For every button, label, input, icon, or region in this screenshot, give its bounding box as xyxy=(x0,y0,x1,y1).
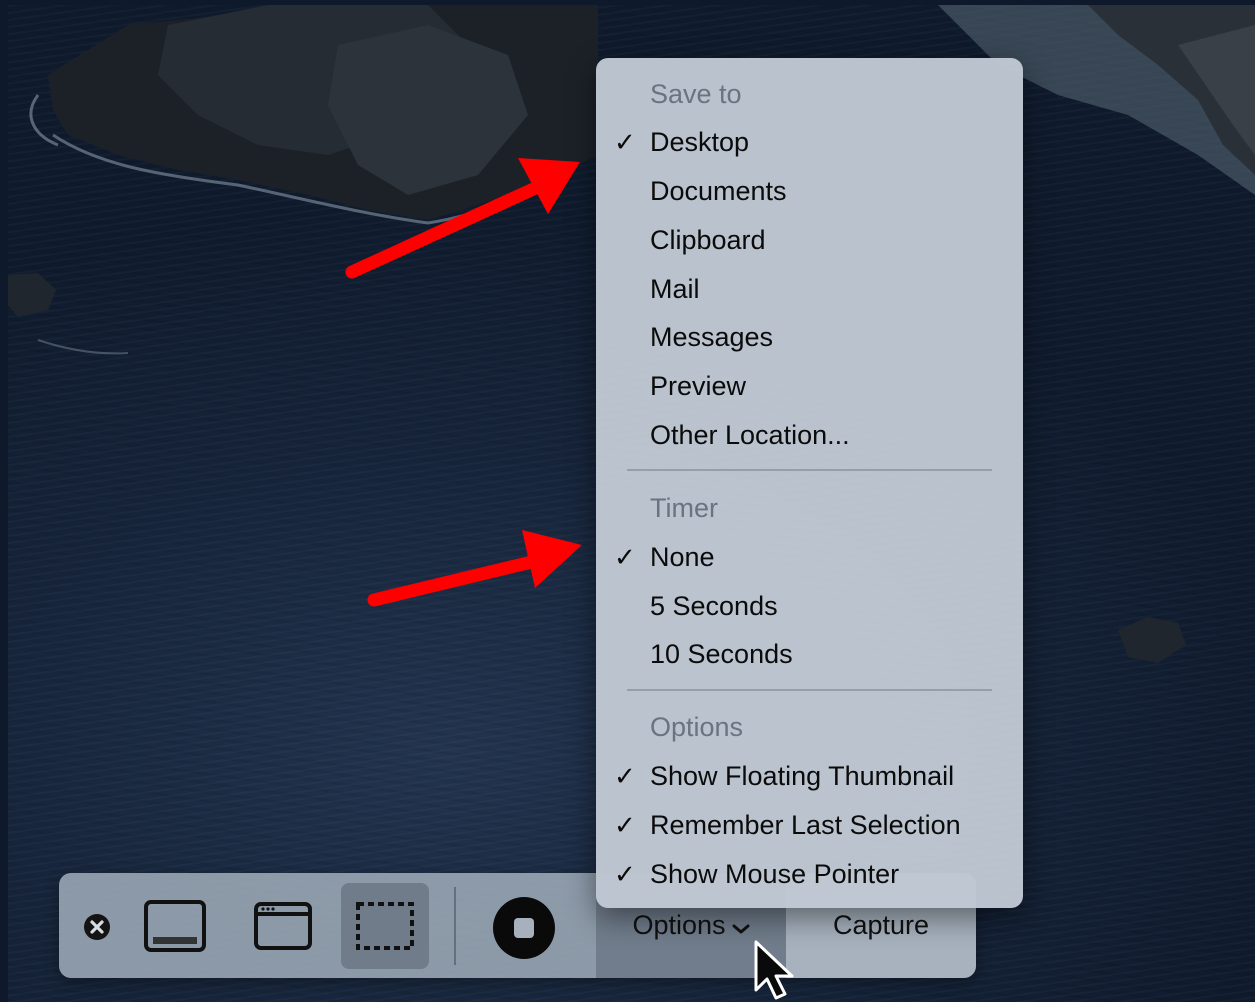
menu-header-label: Timer xyxy=(650,493,718,523)
menu-header-label: Save to xyxy=(650,79,742,109)
checkmark-icon: ✓ xyxy=(614,859,636,889)
options-menu: Save to ✓ Desktop Documents Clipboard Ma… xyxy=(596,58,1023,908)
menu-separator xyxy=(627,469,992,471)
menu-item-clipboard[interactable]: Clipboard xyxy=(596,216,1023,264)
menu-item-label: Remember Last Selection xyxy=(650,810,961,840)
capture-selection-button[interactable] xyxy=(341,883,429,969)
menu-item-label: Other Location... xyxy=(650,420,850,450)
close-icon xyxy=(84,914,110,940)
menu-item-label: 5 Seconds xyxy=(650,591,778,621)
menu-item-other-location[interactable]: Other Location... xyxy=(596,411,1023,459)
window-icon xyxy=(254,902,312,950)
menu-item-desktop[interactable]: ✓ Desktop xyxy=(596,118,1023,166)
capture-label: Capture xyxy=(832,910,930,940)
menu-item-label: Show Floating Thumbnail xyxy=(650,761,955,791)
screen-icon xyxy=(144,900,206,952)
record-stop-icon xyxy=(493,897,555,959)
menu-item-show-mouse-pointer[interactable]: ✓ Show Mouse Pointer xyxy=(596,850,1023,898)
record-button[interactable] xyxy=(489,893,559,963)
checkmark-icon: ✓ xyxy=(614,542,636,572)
mouse-pointer-icon xyxy=(754,940,794,1000)
menu-item-label: Documents xyxy=(650,176,787,206)
toolbar-divider xyxy=(454,887,456,965)
capture-window-button[interactable] xyxy=(245,891,321,961)
menu-item-show-floating-thumbnail[interactable]: ✓ Show Floating Thumbnail xyxy=(596,752,1023,800)
menu-item-label: 10 Seconds xyxy=(650,639,793,669)
selection-icon xyxy=(356,902,414,950)
menu-item-label: None xyxy=(650,542,715,572)
menu-item-timer-5-seconds[interactable]: 5 Seconds xyxy=(596,582,1023,630)
menu-item-label: Preview xyxy=(650,371,747,401)
menu-item-mail[interactable]: Mail xyxy=(596,265,1023,313)
capture-entire-screen-button[interactable] xyxy=(137,891,213,961)
menu-header-label: Options xyxy=(650,712,744,742)
checkmark-icon: ✓ xyxy=(614,810,636,840)
menu-separator xyxy=(627,689,992,691)
menu-item-label: Desktop xyxy=(650,127,750,157)
menu-item-label: Show Mouse Pointer xyxy=(650,859,900,889)
menu-item-label: Messages xyxy=(650,322,774,352)
checkmark-icon: ✓ xyxy=(614,761,636,791)
menu-section-header-timer: Timer xyxy=(596,484,1023,532)
checkmark-icon: ✓ xyxy=(614,127,636,157)
menu-section-header-options: Options xyxy=(596,703,1023,751)
menu-section-header-save-to: Save to xyxy=(596,70,1023,118)
menu-item-timer-none[interactable]: ✓ None xyxy=(596,533,1023,581)
menu-item-label: Mail xyxy=(650,274,700,304)
menu-item-label: Clipboard xyxy=(650,225,766,255)
menu-item-preview[interactable]: Preview xyxy=(596,362,1023,410)
options-label: Options xyxy=(632,910,726,940)
close-button[interactable] xyxy=(81,911,113,943)
chevron-down-icon xyxy=(732,924,750,933)
menu-item-documents[interactable]: Documents xyxy=(596,167,1023,215)
menu-item-timer-10-seconds[interactable]: 10 Seconds xyxy=(596,630,1023,678)
menu-item-remember-last-selection[interactable]: ✓ Remember Last Selection xyxy=(596,801,1023,849)
menu-item-messages[interactable]: Messages xyxy=(596,313,1023,361)
